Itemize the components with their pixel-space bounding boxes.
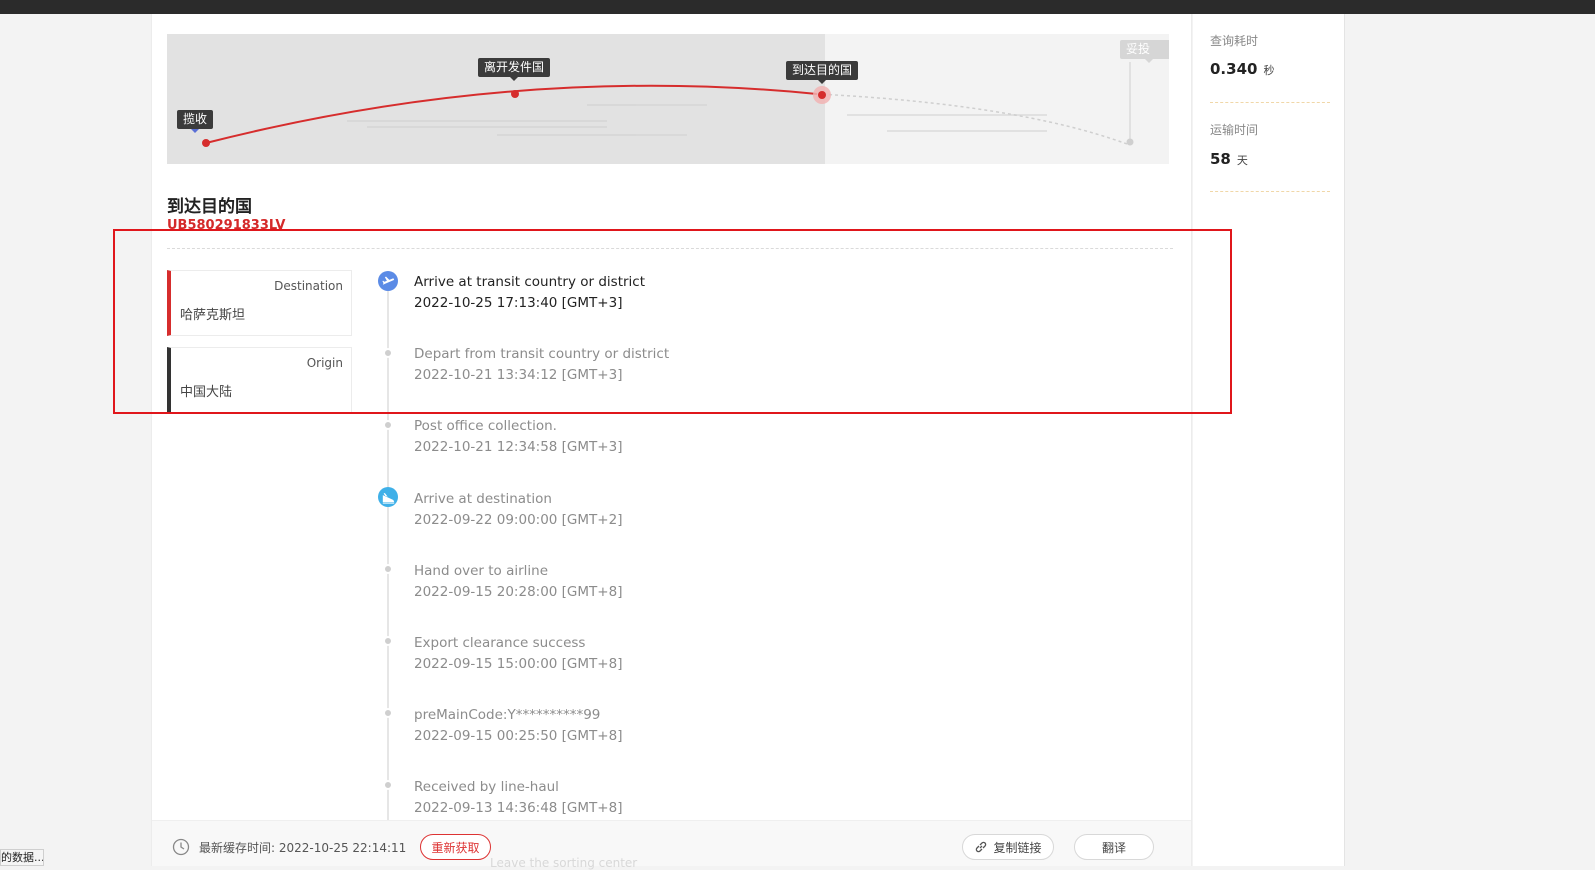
stage-tag-collected: 揽收 xyxy=(177,110,214,133)
plane-takeoff-icon xyxy=(378,271,398,291)
clock-icon xyxy=(172,838,190,856)
copy-link-button[interactable]: 复制链接 xyxy=(962,834,1054,860)
event-item: Arrive at destination 2022-09-22 09:00:0… xyxy=(414,489,622,531)
stage-marker-departed xyxy=(511,90,519,98)
event-dot xyxy=(383,708,393,718)
browser-top-bar xyxy=(0,0,1595,14)
event-time: 2022-10-21 12:34:58 [GMT+3] xyxy=(414,439,623,455)
event-dot xyxy=(383,780,393,790)
event-item: Hand over to airline 2022-09-15 20:28:00… xyxy=(414,561,622,603)
event-desc: Depart from transit country or district xyxy=(414,346,670,362)
destination-label: Destination xyxy=(274,279,343,293)
event-dot xyxy=(383,636,393,646)
stage-tag-departed: 离开发件国 xyxy=(478,58,551,81)
event-dot xyxy=(383,348,393,358)
plane-landing-icon xyxy=(378,487,398,507)
route-path xyxy=(202,62,1134,147)
cache-time: 最新缓存时间: 2022-10-25 22:14:11 xyxy=(199,841,407,855)
event-item: Received by line-haul 2022-09-13 14:36:4… xyxy=(414,777,622,819)
event-item: Arrive at transit country or district 20… xyxy=(414,272,645,314)
event-desc: preMainCode:Y**********99 xyxy=(414,707,601,723)
refresh-button[interactable]: 重新获取 xyxy=(420,834,491,860)
route-map: 揽收 离开发件国 到达目的国 妥投 xyxy=(167,34,1169,164)
event-time: 2022-10-25 17:13:40 [GMT+3] xyxy=(414,295,623,311)
event-desc: Post office collection. xyxy=(414,418,557,434)
faded-event-text: Leave the sorting center xyxy=(490,856,638,870)
tracking-number[interactable]: UB580291833LV xyxy=(167,218,285,233)
query-time-label: 查询耗时 xyxy=(1210,34,1259,48)
event-item: Export clearance success 2022-09-15 15:0… xyxy=(414,633,622,675)
event-desc: Received by line-haul xyxy=(414,779,559,795)
browser-status-popup: 的数据... xyxy=(0,849,44,866)
event-dot xyxy=(383,420,393,430)
event-desc: Arrive at destination xyxy=(414,491,552,507)
event-item: preMainCode:Y**********99 2022-09-15 00:… xyxy=(414,705,622,747)
copy-link-label: 复制链接 xyxy=(993,840,1042,855)
event-time: 2022-09-15 00:25:50 [GMT+8] xyxy=(414,728,623,744)
stage-tag-arrived: 到达目的国 xyxy=(786,61,859,84)
stage-marker-arrived xyxy=(818,91,826,99)
event-desc: Export clearance success xyxy=(414,635,586,651)
event-time: 2022-09-22 09:00:00 [GMT+2] xyxy=(414,512,623,528)
transit-time-value: 58 天 xyxy=(1210,150,1248,168)
event-item: Post office collection. 2022-10-21 12:34… xyxy=(414,416,622,458)
origin-value: 中国大陆 xyxy=(180,385,233,400)
query-time-value: 0.340 秒 xyxy=(1210,60,1275,78)
event-dot xyxy=(383,564,393,574)
status-title: 到达目的国 xyxy=(167,197,252,217)
translate-button[interactable]: 翻译 xyxy=(1074,834,1154,860)
destination-value: 哈萨克斯坦 xyxy=(180,308,246,323)
event-time: 2022-09-13 14:36:48 [GMT+8] xyxy=(414,800,623,816)
event-item: Depart from transit country or district … xyxy=(414,344,669,386)
event-time: 2022-09-15 15:00:00 [GMT+8] xyxy=(414,656,623,672)
timeline-line xyxy=(387,285,389,820)
destination-card: Destination 哈萨克斯坦 xyxy=(167,270,352,336)
event-desc: Hand over to airline xyxy=(414,563,549,579)
stage-marker-collected xyxy=(202,139,210,147)
event-desc: Arrive at transit country or district xyxy=(414,274,646,290)
divider xyxy=(167,248,1173,249)
origin-label: Origin xyxy=(306,356,343,370)
stage-marker-delivered xyxy=(1126,138,1134,146)
stage-tag-delivered: 妥投 xyxy=(1120,40,1169,63)
side-divider xyxy=(1210,102,1330,103)
side-divider xyxy=(1210,191,1330,192)
origin-card: Origin 中国大陆 xyxy=(167,347,352,413)
event-time: 2022-10-21 13:34:12 [GMT+3] xyxy=(414,367,623,383)
transit-time-label: 运输时间 xyxy=(1210,123,1259,137)
tracking-side-card xyxy=(1193,14,1345,866)
link-icon xyxy=(976,841,987,853)
event-time: 2022-09-15 20:28:00 [GMT+8] xyxy=(414,584,623,600)
